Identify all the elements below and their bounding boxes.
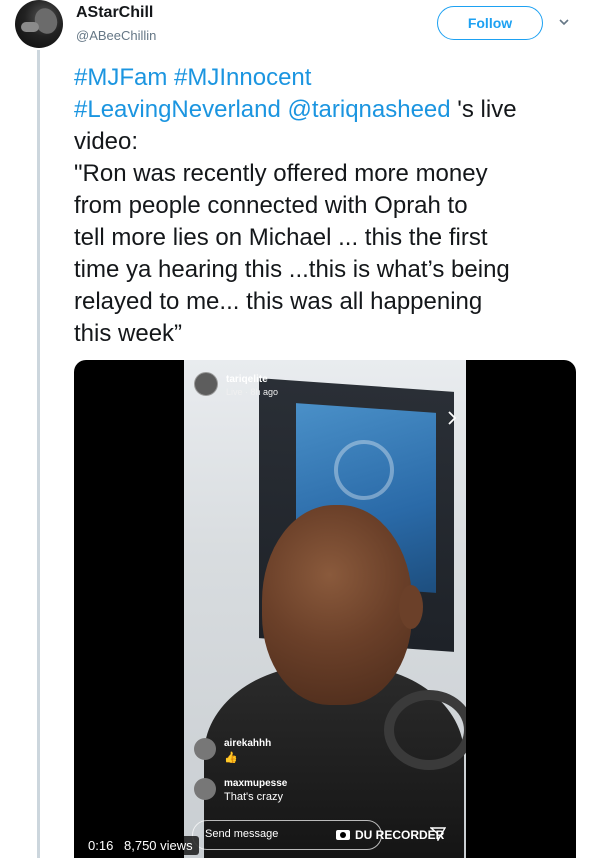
- live-comment: maxmupesse That's crazy: [194, 778, 287, 803]
- comment-name: maxmupesse: [224, 778, 288, 789]
- live-comment: airekahhh 👍: [194, 738, 271, 764]
- author-display-name[interactable]: AStarChill: [76, 4, 153, 22]
- tweet-line-3: video:: [74, 128, 139, 155]
- video-frame: tariqelite Live · 8h ago airekahhh 👍 max…: [184, 360, 466, 858]
- hashtag-mjinnocent[interactable]: #MJInnocent: [174, 64, 311, 91]
- chevron-down-icon[interactable]: [559, 17, 569, 27]
- tweet-line-6: tell more lies on Michael ... this the f…: [74, 224, 488, 251]
- video-person-head: [262, 505, 412, 705]
- follow-button[interactable]: Follow: [437, 6, 543, 40]
- thumbs-up-icon: 👍: [224, 752, 238, 764]
- live-meta: Live · 8h ago: [226, 387, 279, 397]
- hashtag-leavingneverland[interactable]: #LeavingNeverland: [74, 96, 281, 123]
- comment-name: airekahhh: [224, 738, 272, 749]
- tweet-line-5: from people connected with Oprah to: [74, 192, 468, 219]
- tweet-line-8: relayed to me... this was all happening: [74, 288, 483, 315]
- tweet-line-7: time ya hearing this ...this is what’s b…: [74, 256, 510, 283]
- tweet-line-4: "Ron was recently offered more money: [74, 160, 488, 187]
- video-person-ear: [399, 585, 423, 629]
- mention-tariqnasheed[interactable]: @tariqnasheed: [287, 96, 450, 123]
- chevron-right-icon: [448, 411, 457, 425]
- thread-line: [37, 50, 40, 858]
- author-handle[interactable]: @ABeeChillin: [76, 28, 156, 43]
- du-recorder-watermark: DU RECORDER: [336, 828, 444, 842]
- video-time-badge: 0:16: [82, 836, 120, 855]
- live-user-avatar: [194, 372, 218, 396]
- tweet-line-1: #MJFam #MJInnocent: [74, 62, 589, 94]
- live-user-name: tariqelite: [226, 374, 268, 385]
- comment-avatar: [194, 738, 216, 760]
- tweet-line-2-suffix: 's live: [450, 96, 517, 123]
- hashtag-mjfam[interactable]: #MJFam: [74, 64, 167, 91]
- comment-avatar: [194, 778, 216, 800]
- headphones-icon: [384, 690, 466, 770]
- comment-text: That's crazy: [224, 791, 283, 803]
- avatar-face: [31, 5, 61, 37]
- video-monitor-logo: [334, 440, 394, 500]
- avatar-hand: [21, 22, 39, 32]
- video-views-badge: 8,750 views: [118, 836, 199, 855]
- tweet-line-9: this week”: [74, 320, 183, 347]
- send-icon: [430, 827, 446, 841]
- tweet-line-2: #LeavingNeverland @tariqnasheed 's live: [74, 94, 589, 126]
- video-player[interactable]: tariqelite Live · 8h ago airekahhh 👍 max…: [74, 360, 576, 858]
- tweet-text: #MJFam #MJInnocent #LeavingNeverland @ta…: [74, 62, 589, 350]
- avatar[interactable]: [15, 0, 63, 48]
- camera-icon: [336, 830, 350, 840]
